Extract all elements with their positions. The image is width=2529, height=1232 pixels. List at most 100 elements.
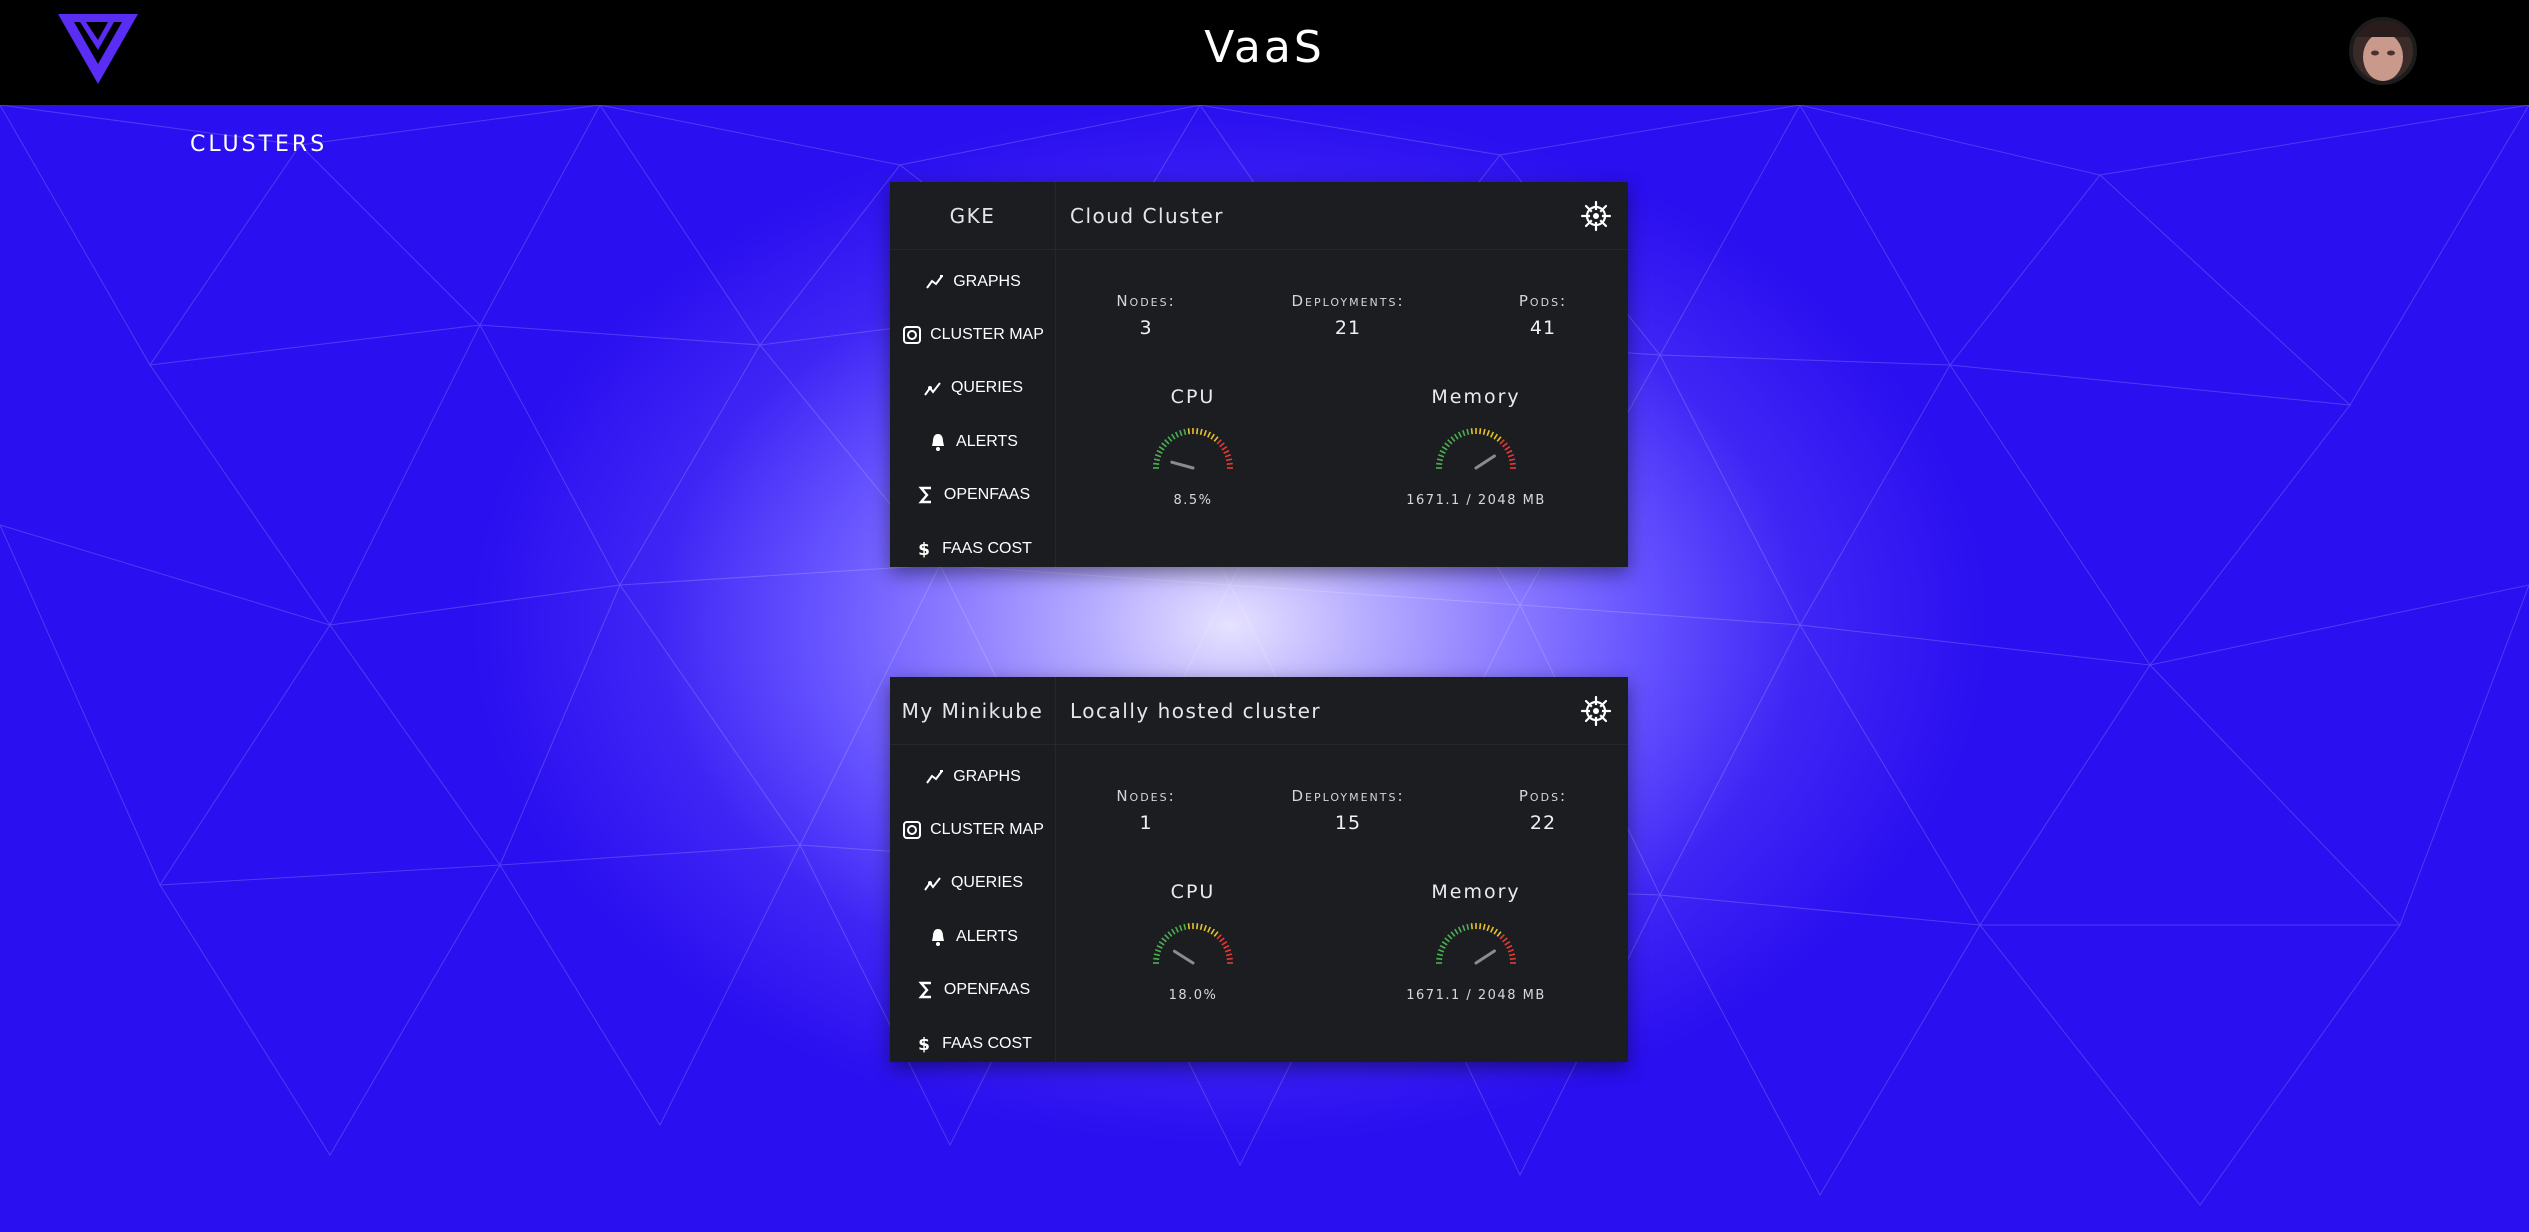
bell-icon <box>932 434 945 451</box>
gauge-tick <box>1496 436 1502 442</box>
kubernetes-wheel-icon[interactable] <box>1580 200 1612 232</box>
gauge-tick <box>1504 941 1511 946</box>
gauge-tick <box>1504 446 1511 451</box>
dollar-icon: $ <box>918 540 930 559</box>
nav-faas-cost[interactable]: $ FAAS COST <box>890 529 1056 569</box>
svg-text:$: $ <box>918 540 930 559</box>
gauge-tick <box>1457 431 1462 438</box>
nav-label: ALERTS <box>956 928 1018 945</box>
gauge-tick <box>1447 934 1453 940</box>
gauge-tick <box>1466 428 1470 436</box>
gauge-tick <box>1225 458 1233 462</box>
gauge-tick <box>1216 439 1222 445</box>
gauge-tick <box>1167 436 1173 442</box>
gauge-tick <box>1507 949 1515 953</box>
gauge-tick <box>1161 937 1167 943</box>
gauge-tick <box>1156 449 1163 454</box>
nav-cluster-map[interactable]: CLUSTER MAP <box>890 315 1056 355</box>
cpu-gauge <box>1153 428 1233 470</box>
nav-graphs[interactable]: GRAPHS <box>890 757 1056 797</box>
gauge-tick <box>1499 934 1505 940</box>
gauge-tick <box>1508 953 1516 957</box>
kubernetes-wheel-icon[interactable] <box>1580 695 1612 727</box>
nav-openfaas[interactable]: OPENFAAS <box>890 475 1056 515</box>
gauge-tick <box>1444 937 1450 943</box>
nav-faas-cost[interactable]: $ FAAS COST <box>890 1024 1056 1064</box>
pods-value: 22 <box>1529 812 1557 834</box>
nav-label: CLUSTER MAP <box>930 821 1044 838</box>
gauge-tick <box>1509 462 1516 465</box>
gauge-tick <box>1187 923 1190 930</box>
gauge-tick <box>1226 957 1233 960</box>
memory-gauge-title: Memory <box>1431 386 1521 408</box>
gauge-tick <box>1219 442 1225 448</box>
nav-queries[interactable]: QUERIES <box>890 863 1056 903</box>
deployments-label: Deployments: <box>1291 292 1405 310</box>
clusters-section-label: CLUSTERS <box>190 132 328 157</box>
nav-alerts[interactable]: ALERTS <box>890 917 1056 957</box>
app-title: VaaS <box>1204 22 1325 73</box>
gauge-tick <box>1153 957 1160 960</box>
gauge-tick <box>1479 428 1482 435</box>
gauge-tick <box>1216 934 1222 940</box>
gauge-tick <box>1154 949 1162 953</box>
gauge-tick <box>1219 937 1225 943</box>
gauge-tick <box>1203 924 1207 932</box>
nav-openfaas[interactable]: OPENFAAS <box>890 970 1056 1010</box>
gauge-tick <box>1199 923 1203 931</box>
nodes-label: Nodes: <box>1116 292 1176 310</box>
gauge-tick <box>1436 462 1443 465</box>
cpu-gauge-title: CPU <box>1170 881 1216 903</box>
gauge-tick <box>1486 429 1490 437</box>
gauge-tick <box>1153 458 1161 462</box>
cpu-value: 8.5% <box>1173 493 1213 508</box>
gauge-tick <box>1486 924 1490 932</box>
gauge-tick <box>1496 931 1502 937</box>
gauge-tick <box>1466 923 1470 931</box>
gauge-tick <box>1223 449 1230 454</box>
cluster-card-header: GKE Cloud Cluster <box>890 182 1628 250</box>
deployments-value: 21 <box>1334 317 1362 339</box>
gauge-tick <box>1164 439 1170 445</box>
gauge-tick <box>1213 436 1219 442</box>
queries-chart-icon <box>924 877 941 891</box>
gauge-tick <box>1436 957 1443 960</box>
nav-graphs[interactable]: GRAPHS <box>890 262 1056 302</box>
nav-label: GRAPHS <box>953 768 1021 785</box>
nav-alerts[interactable]: ALERTS <box>890 422 1056 462</box>
nodes-value: 3 <box>1139 317 1153 339</box>
gauge-tick <box>1450 931 1456 937</box>
nav-queries[interactable]: QUERIES <box>890 368 1056 408</box>
user-avatar[interactable] <box>2349 17 2417 85</box>
gauge-tick <box>1199 428 1203 436</box>
gauge-tick <box>1482 428 1486 436</box>
gauge-tick <box>1167 931 1173 937</box>
nav-label: QUERIES <box>950 874 1023 891</box>
trend-line-icon <box>926 275 944 289</box>
gauge-tick <box>1226 462 1233 465</box>
gauge-tick <box>1224 949 1232 953</box>
gauge-tick <box>1447 439 1453 445</box>
gauge-tick <box>1437 949 1445 953</box>
gauge-tick <box>1450 436 1456 442</box>
gauge-tick <box>1153 462 1160 465</box>
queries-chart-icon <box>924 382 941 396</box>
gauge-tick <box>1225 953 1233 957</box>
nav-label: FAAS COST <box>942 1035 1032 1052</box>
gauge-tick <box>1224 454 1232 458</box>
pods-value: 41 <box>1529 317 1557 339</box>
gauge-tick <box>1462 924 1466 932</box>
gauge-tick <box>1441 446 1448 451</box>
cluster-card: My Minikube Locally hosted cluster GRAPH… <box>890 677 1628 1062</box>
gauge-tick <box>1439 944 1446 949</box>
cpu-gauge <box>1153 923 1233 965</box>
gauge-tick <box>1454 433 1459 440</box>
cluster-card-header: My Minikube Locally hosted cluster <box>890 677 1628 745</box>
nav-label: ALERTS <box>956 433 1018 450</box>
gauge-tick <box>1436 458 1444 462</box>
gauge-tick <box>1470 923 1473 930</box>
gauge-tick <box>1213 931 1219 937</box>
cluster-side-nav: GRAPHS CLUSTER MAP QUERIES ALERTS OPENFA… <box>890 745 1056 1062</box>
nav-cluster-map[interactable]: CLUSTER MAP <box>890 810 1056 850</box>
gauge-tick <box>1441 941 1448 946</box>
